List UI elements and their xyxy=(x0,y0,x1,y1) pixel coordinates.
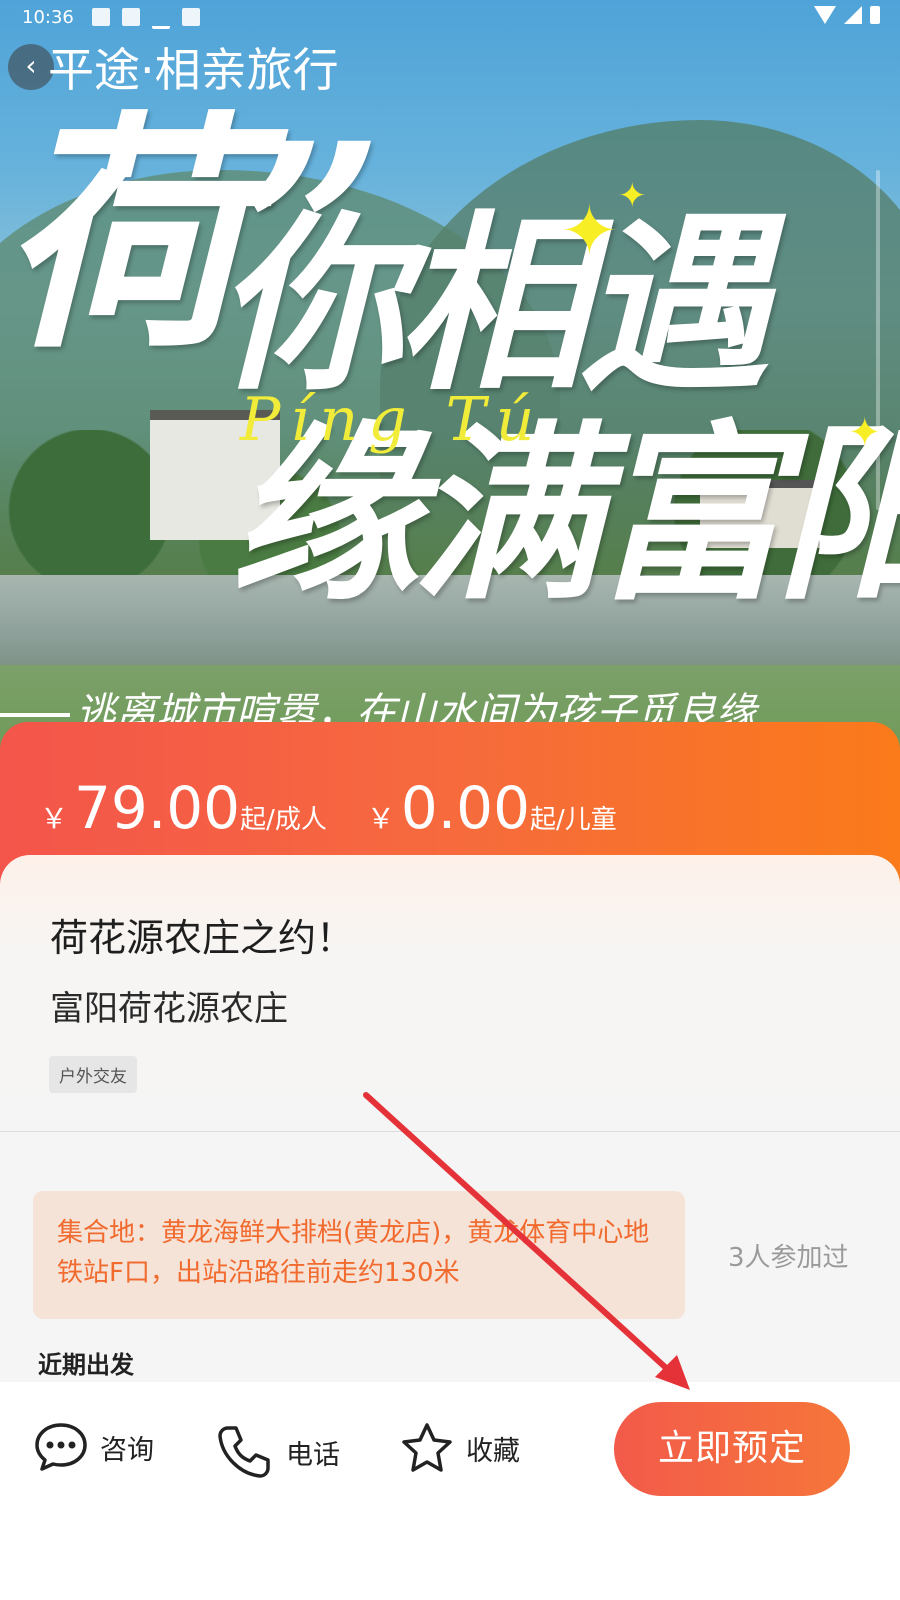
chat-bubble-icon xyxy=(35,1423,87,1471)
recent-departure-heading: 近期出发 xyxy=(38,1351,134,1379)
hero-banner: 荷” 你相遇 缘满富阳 Píng Tú ✦ ✦ ✦ 逃离城市喧嚣，在山水间为孩子… xyxy=(0,0,900,760)
font-notification-icon xyxy=(182,8,200,26)
attended-count: 3人参加过 xyxy=(728,1243,849,1273)
sparkle-icon: ✦ xyxy=(618,176,647,216)
slogan-dash xyxy=(0,713,70,717)
child-price-unit: 起/儿童 xyxy=(529,805,617,835)
child-price: 0.00 xyxy=(400,774,530,842)
star-icon xyxy=(402,1423,452,1472)
adult-price: 79.00 xyxy=(74,774,241,842)
sparkle-icon: ✦ xyxy=(560,190,619,272)
trip-title: 荷花源农庄之约！ xyxy=(50,916,355,960)
phone-label: 电话 xyxy=(286,1439,340,1471)
page-title: 平途·相亲旅行 xyxy=(48,43,339,97)
app-notification-icon xyxy=(122,8,140,26)
signal-icon xyxy=(844,6,862,24)
trip-tag: 户外交友 xyxy=(49,1056,137,1093)
chevron-left-icon: ‹ xyxy=(25,49,37,82)
phone-button[interactable]: 电话 xyxy=(214,1422,340,1482)
wifi-icon xyxy=(814,6,836,24)
currency-symbol: ￥ xyxy=(366,802,395,835)
download-icon xyxy=(152,8,170,29)
trip-location: 富阳荷花源农庄 xyxy=(50,989,288,1029)
bottom-action-bar: 咨询 电话 收藏 立即预定 xyxy=(0,1382,900,1600)
adult-price-unit: 起/成人 xyxy=(240,805,327,835)
status-right xyxy=(814,6,880,24)
banner-calligraphy-2: 你相遇 xyxy=(215,193,769,416)
details-section: 集合地：黄龙海鲜大排档(黄龙店)，黄龙体育中心地铁站F口，出站沿路往前走约130… xyxy=(0,1132,900,1382)
battery-icon xyxy=(870,6,880,24)
scrollbar[interactable] xyxy=(876,170,880,510)
status-time: 10:36 xyxy=(22,7,74,28)
favorite-label: 收藏 xyxy=(466,1435,520,1467)
image-notification-icon xyxy=(92,8,110,26)
status-bar: 10:36 xyxy=(0,0,900,36)
notification-icons xyxy=(92,8,200,29)
consult-label: 咨询 xyxy=(100,1434,154,1466)
phone-icon xyxy=(218,1426,270,1478)
consult-button[interactable]: 咨询 xyxy=(34,1422,154,1472)
price-row: ￥ 79.00 起/成人 ￥ 0.00 起/儿童 xyxy=(40,774,657,842)
banner-pingtu-script: Píng Tú xyxy=(240,385,545,455)
currency-symbol: ￥ xyxy=(40,802,69,835)
trip-info-card: 荷花源农庄之约！ 富阳荷花源农庄 户外交友 xyxy=(0,855,900,1132)
book-now-button[interactable]: 立即预定 xyxy=(614,1402,850,1496)
meeting-point-box: 集合地：黄龙海鲜大排档(黄龙店)，黄龙体育中心地铁站F口，出站沿路往前走约130… xyxy=(33,1191,685,1319)
favorite-button[interactable]: 收藏 xyxy=(400,1422,520,1474)
